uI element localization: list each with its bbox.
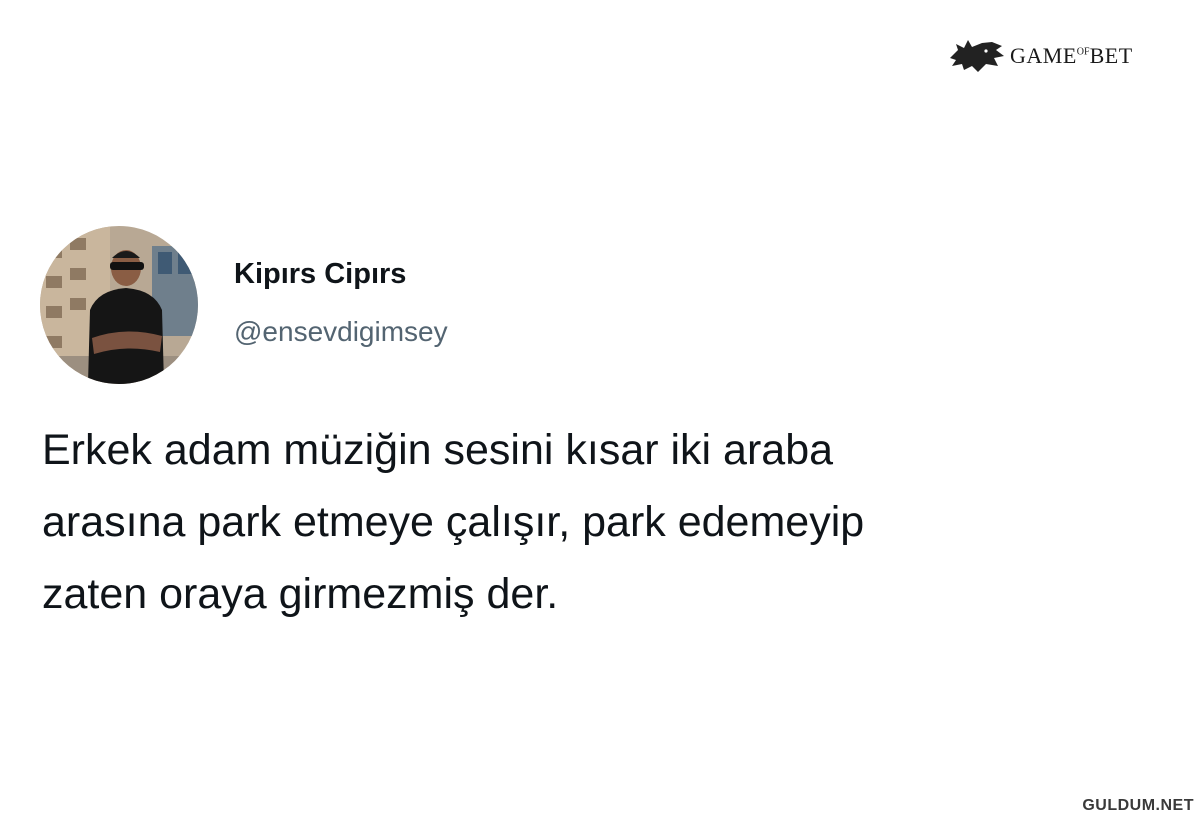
author-handle[interactable]: @ensevdigimsey [234, 316, 448, 348]
profile-photo [40, 226, 198, 384]
tweet-text: Erkek adam müziğin sesini kısar iki arab… [42, 414, 1162, 630]
gameofbet-logo: GAMEOFBET [948, 36, 1133, 76]
avatar[interactable] [40, 226, 198, 384]
gameofbet-wordmark: GAMEOFBET [1010, 43, 1133, 68]
tweet-text-line: arasına park etmeye çalışır, park edemey… [42, 498, 865, 546]
tweet-text-line: zaten oraya girmezmiş der. [42, 570, 559, 618]
tweet-text-line: Erkek adam müziğin sesini kısar iki arab… [42, 426, 834, 474]
guldum-watermark: GULDUM.NET [1082, 797, 1194, 814]
wolf-head-icon [950, 40, 1004, 72]
author-name[interactable]: Kipırs Cipırs [234, 258, 406, 291]
